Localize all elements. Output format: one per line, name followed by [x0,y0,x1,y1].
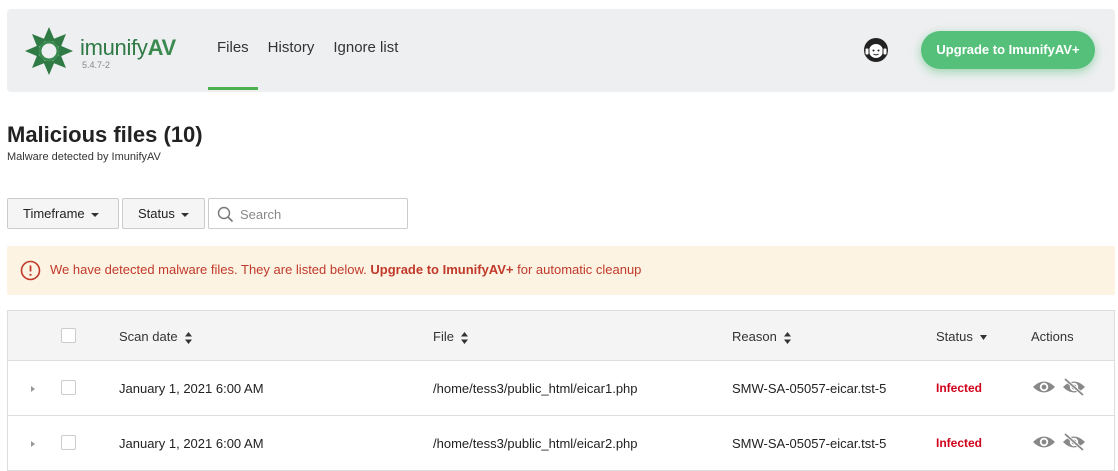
row-checkbox[interactable] [61,380,76,395]
row-scan-date: January 1, 2021 6:00 AM [119,381,264,396]
tab-files[interactable]: Files [208,9,258,92]
column-actions: Actions [1031,329,1074,344]
table-row: January 1, 2021 6:00 AM /home/tess3/publ… [8,416,1114,471]
imunify-logo-icon [25,27,73,75]
expand-row-icon[interactable] [31,441,35,447]
search-icon [217,206,234,223]
select-all-checkbox[interactable] [61,328,76,343]
malicious-files-table: Scan date File Reason Status Actions Jan… [7,310,1115,471]
row-checkbox[interactable] [61,435,76,450]
search-input[interactable] [240,204,400,224]
status-badge: Infected [936,381,983,395]
column-status[interactable]: Status [936,329,987,344]
alert-text-before: We have detected malware files. They are… [50,262,371,277]
tab-history[interactable]: History [259,9,324,92]
column-file[interactable]: File [433,329,468,344]
brand-name: imunifyAV [80,37,176,59]
view-eye-icon[interactable] [1032,433,1056,451]
info-circle-icon [20,260,41,281]
scan-date-header-label: Scan date [119,329,178,344]
view-eye-icon[interactable] [1032,378,1056,396]
file-header-label: File [433,329,454,344]
row-scan-date: January 1, 2021 6:00 AM [119,436,264,451]
page-subtitle: Malware detected by ImunifyAV [7,151,161,163]
version-label: 5.4.7-2 [82,60,111,70]
row-file-path: /home/tess3/public_html/eicar2.php [433,436,638,451]
table-row: January 1, 2021 6:00 AM /home/tess3/publ… [8,361,1114,416]
app-header: imunifyAV 5.4.7-2 Files History Ignore l… [7,9,1115,92]
expand-row-icon[interactable] [31,386,35,392]
column-reason[interactable]: Reason [732,329,791,344]
status-badge: Infected [936,436,983,450]
search-box [208,198,408,229]
row-file-path: /home/tess3/public_html/eicar1.php [433,381,638,396]
status-filter-label: Status [138,206,175,221]
alert-message: We have detected malware files. They are… [50,262,641,277]
tab-ignore-list[interactable]: Ignore list [324,9,407,92]
table-header: Scan date File Reason Status Actions [8,311,1114,361]
sort-desc-icon [979,334,987,340]
row-reason: SMW-SA-05057-eicar.tst-5 [732,381,887,396]
ignore-eye-slash-icon[interactable] [1062,432,1086,452]
malware-alert: We have detected malware files. They are… [7,246,1115,295]
status-header-label: Status [936,329,973,344]
reason-header-label: Reason [732,329,777,344]
status-dropdown[interactable]: Status [122,198,205,229]
brand-av: AV [147,35,177,60]
main-nav: Files History Ignore list [208,9,408,92]
column-scan-date[interactable]: Scan date [119,329,192,344]
caret-down-icon [180,212,189,217]
upgrade-button[interactable]: Upgrade to ImunifyAV+ [921,31,1095,69]
row-reason: SMW-SA-05057-eicar.tst-5 [732,436,887,451]
brand-main: imunify [80,35,148,60]
sort-icon [184,331,192,344]
timeframe-dropdown[interactable]: Timeframe [7,198,119,229]
timeframe-label: Timeframe [23,206,85,221]
support-headset-icon[interactable] [862,36,890,64]
page-title: Malicious files (10) [7,122,203,147]
sort-icon [460,331,468,344]
caret-down-icon [90,212,99,217]
sort-icon [783,331,791,344]
ignore-eye-slash-icon[interactable] [1062,377,1086,397]
alert-upgrade-link[interactable]: Upgrade to ImunifyAV+ [370,262,513,277]
alert-text-after: for automatic cleanup [513,262,642,277]
